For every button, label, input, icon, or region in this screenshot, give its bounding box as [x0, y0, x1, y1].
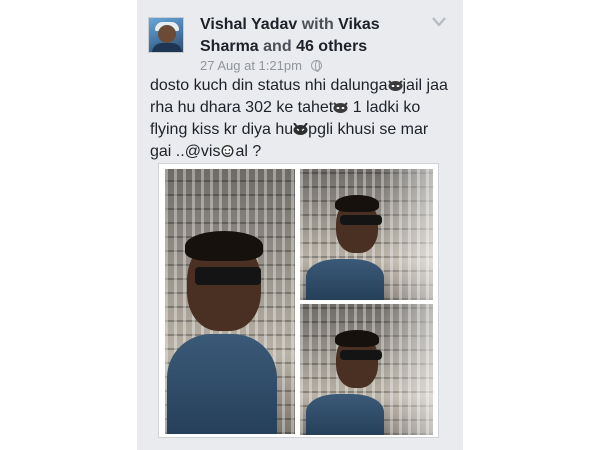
- globe-icon: [310, 60, 322, 72]
- mischief-emoji-icon: [333, 102, 348, 113]
- post-meta: 27 Aug at 1:21pm: [200, 58, 322, 73]
- with-word: with: [301, 16, 334, 33]
- avatar-shirt: [152, 43, 182, 52]
- photo-person-body: [167, 334, 277, 434]
- post-text: dosto kuch din status nhi dalunga jail ja…: [150, 75, 450, 163]
- photo-light: [379, 169, 433, 300]
- photo-main[interactable]: [165, 169, 295, 434]
- author-name[interactable]: Vishal Yadav: [200, 16, 297, 33]
- photo-light: [379, 304, 433, 435]
- post-text-part: al ?: [235, 143, 262, 160]
- post-text-part: dosto kuch din status nhi dalunga: [150, 77, 388, 94]
- photo-person-sunglasses: [340, 350, 382, 360]
- photo-person-hair: [335, 330, 379, 347]
- mischief-emoji-icon: [387, 80, 403, 91]
- avatar-face: [158, 25, 176, 43]
- devil-emoji-icon: [293, 123, 308, 135]
- tagged-others-link[interactable]: 46 others: [296, 38, 367, 55]
- photo-bottom-right[interactable]: [300, 304, 433, 435]
- photo-person-sunglasses: [195, 267, 261, 285]
- post-timestamp[interactable]: 27 Aug at 1:21pm: [200, 58, 302, 73]
- smiley-emoji-icon: [221, 145, 234, 157]
- photo-grid: [158, 163, 439, 438]
- photo-person-hair: [335, 195, 379, 212]
- avatar[interactable]: [148, 17, 184, 53]
- photo-person-hair: [185, 231, 263, 261]
- and-word: and: [263, 38, 292, 55]
- photo-top-right[interactable]: [300, 169, 433, 300]
- photo-person-body: [306, 259, 384, 300]
- photo-person-body: [306, 394, 384, 435]
- photo-person-sunglasses: [340, 215, 382, 225]
- chevron-down-icon[interactable]: [432, 16, 446, 28]
- post-header: Vishal Yadav with Vikas Sharma and 46 ot…: [200, 14, 440, 58]
